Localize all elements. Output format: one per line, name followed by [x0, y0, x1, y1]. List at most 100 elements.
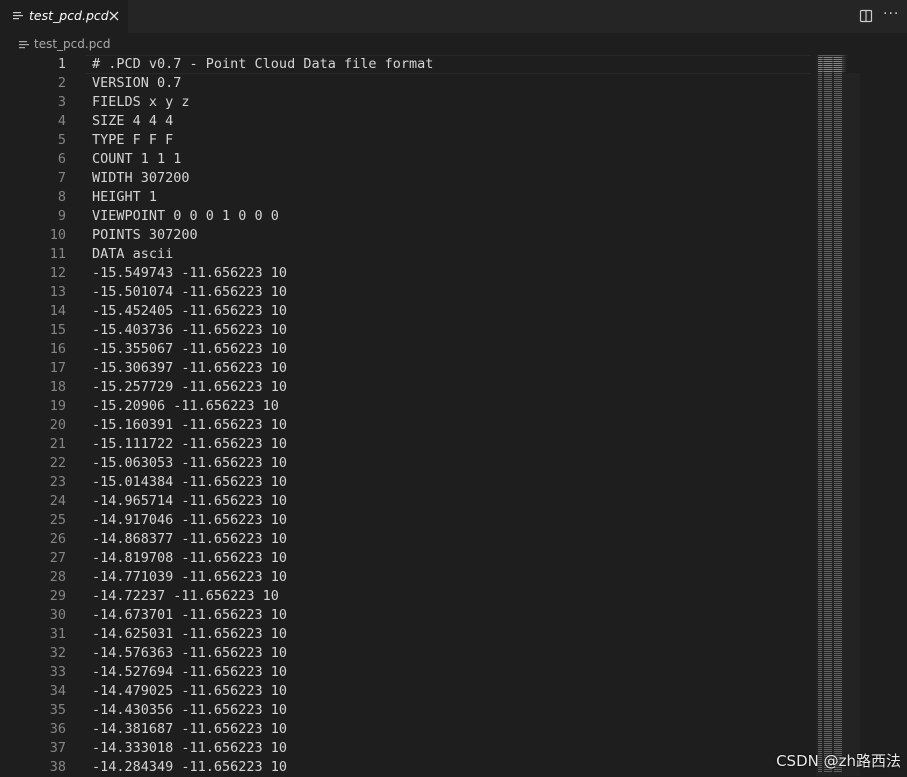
line-text: -14.625031 -11.656223 10: [92, 626, 288, 642]
line-number: 22: [49, 455, 66, 471]
line-number: 19: [49, 398, 66, 414]
code-line[interactable]: 24 -14.965714 -11.656223 10: [0, 492, 810, 511]
line-number: 30: [49, 607, 66, 623]
code-line[interactable]: 5 TYPE F F F: [0, 131, 810, 150]
line-text: SIZE 4 4 4: [92, 113, 174, 129]
code-line[interactable]: 38 -14.284349 -11.656223 10: [0, 758, 810, 777]
code-line[interactable]: 32 -14.576363 -11.656223 10: [0, 644, 810, 663]
line-number: 2: [57, 75, 66, 91]
lines-file-icon: [13, 12, 23, 20]
watermark: CSDN @zh路西法: [776, 752, 901, 770]
line-number: 35: [49, 702, 66, 718]
code-line[interactable]: 20 -15.160391 -11.656223 10: [0, 416, 810, 435]
code-line[interactable]: 35 -14.430356 -11.656223 10: [0, 701, 810, 720]
line-text: POINTS 307200: [92, 227, 198, 243]
more-actions-icon[interactable]: ···: [883, 6, 899, 22]
code-line[interactable]: 3 FIELDS x y z: [0, 93, 810, 112]
code-line[interactable]: 12 -15.549743 -11.656223 10: [0, 264, 810, 283]
code-line[interactable]: 36 -14.381687 -11.656223 10: [0, 720, 810, 739]
code-line[interactable]: 4 SIZE 4 4 4: [0, 112, 810, 131]
lines-file-icon: [19, 41, 29, 49]
code-line[interactable]: 14 -15.452405 -11.656223 10: [0, 302, 810, 321]
line-number: 9: [57, 208, 66, 224]
code-editor[interactable]: 1 # .PCD v0.7 - Point Cloud Data file for…: [0, 55, 907, 776]
code-line[interactable]: 8 HEIGHT 1: [0, 188, 810, 207]
minimap[interactable]: [812, 55, 907, 776]
line-text: DATA ascii: [92, 246, 174, 262]
code-line[interactable]: 34 -14.479025 -11.656223 10: [0, 682, 810, 701]
line-number: 6: [57, 151, 66, 167]
line-text: VERSION 0.7: [92, 75, 182, 91]
code-line[interactable]: 1 # .PCD v0.7 - Point Cloud Data file for…: [0, 55, 810, 74]
line-number: 5: [57, 132, 66, 148]
line-text: COUNT 1 1 1: [92, 151, 182, 167]
code-line[interactable]: 10 POINTS 307200: [0, 226, 810, 245]
line-number: 37: [49, 740, 66, 756]
line-number: 3: [57, 94, 66, 110]
line-number: 34: [49, 683, 66, 699]
line-number: 32: [49, 645, 66, 661]
line-number: 33: [49, 664, 66, 680]
line-number: 14: [49, 303, 66, 319]
code-line[interactable]: 33 -14.527694 -11.656223 10: [0, 663, 810, 682]
code-line[interactable]: 18 -15.257729 -11.656223 10: [0, 378, 810, 397]
line-number: 25: [49, 512, 66, 528]
code-line[interactable]: 21 -15.111722 -11.656223 10: [0, 435, 810, 454]
line-text: -14.333018 -11.656223 10: [92, 740, 288, 756]
line-text: FIELDS x y z: [92, 94, 190, 110]
code-line[interactable]: 9 VIEWPOINT 0 0 0 1 0 0 0: [0, 207, 810, 226]
line-text: -15.257729 -11.656223 10: [92, 379, 288, 395]
line-text: WIDTH 307200: [92, 170, 190, 186]
line-text: -14.284349 -11.656223 10: [92, 759, 288, 775]
line-number: 11: [49, 246, 66, 262]
code-line[interactable]: 13 -15.501074 -11.656223 10: [0, 283, 810, 302]
code-line[interactable]: 6 COUNT 1 1 1: [0, 150, 810, 169]
code-line[interactable]: 30 -14.673701 -11.656223 10: [0, 606, 810, 625]
line-text: -15.014384 -11.656223 10: [92, 474, 288, 490]
code-line[interactable]: 16 -15.355067 -11.656223 10: [0, 340, 810, 359]
code-line[interactable]: 28 -14.771039 -11.656223 10: [0, 568, 810, 587]
line-text: -15.160391 -11.656223 10: [92, 417, 288, 433]
line-number: 7: [57, 170, 66, 186]
code-line[interactable]: 29 -14.72237 -11.656223 10: [0, 587, 810, 606]
line-number: 4: [57, 113, 66, 129]
code-line[interactable]: 37 -14.333018 -11.656223 10: [0, 739, 810, 758]
code-line[interactable]: 11 DATA ascii: [0, 245, 810, 264]
line-number: 31: [49, 626, 66, 642]
line-text: -15.20906 -11.656223 10: [92, 398, 279, 414]
close-icon[interactable]: [107, 9, 121, 23]
line-number: 1: [57, 56, 66, 72]
code-line[interactable]: 23 -15.014384 -11.656223 10: [0, 473, 810, 492]
line-number: 26: [49, 531, 66, 547]
line-number: 16: [49, 341, 66, 357]
breadcrumb-file[interactable]: test_pcd.pcd: [34, 37, 111, 51]
code-line[interactable]: 26 -14.868377 -11.656223 10: [0, 530, 810, 549]
code-line[interactable]: 22 -15.063053 -11.656223 10: [0, 454, 810, 473]
tab-test-pcd[interactable]: test_pcd.pcd: [0, 0, 128, 33]
code-line[interactable]: 19 -15.20906 -11.656223 10: [0, 397, 810, 416]
line-text: -15.549743 -11.656223 10: [92, 265, 288, 281]
line-number: 28: [49, 569, 66, 585]
line-text: TYPE F F F: [92, 132, 174, 148]
line-number: 8: [57, 189, 66, 205]
line-number: 24: [49, 493, 66, 509]
code-line[interactable]: 15 -15.403736 -11.656223 10: [0, 321, 810, 340]
line-number: 12: [49, 265, 66, 281]
line-text: HEIGHT 1: [92, 189, 158, 205]
line-number: 36: [49, 721, 66, 737]
line-text: -14.868377 -11.656223 10: [92, 531, 288, 547]
tab-bar: test_pcd.pcd ···: [0, 0, 907, 33]
code-line[interactable]: 27 -14.819708 -11.656223 10: [0, 549, 810, 568]
breadcrumb: test_pcd.pcd: [0, 33, 907, 55]
code-line[interactable]: 31 -14.625031 -11.656223 10: [0, 625, 810, 644]
line-number: 29: [49, 588, 66, 604]
split-editor-icon[interactable]: [859, 9, 873, 23]
code-line[interactable]: 2 VERSION 0.7: [0, 74, 810, 93]
code-line[interactable]: 7 WIDTH 307200: [0, 169, 810, 188]
line-text: -14.527694 -11.656223 10: [92, 664, 288, 680]
line-text: -14.917046 -11.656223 10: [92, 512, 288, 528]
code-line[interactable]: 17 -15.306397 -11.656223 10: [0, 359, 810, 378]
line-text: -14.430356 -11.656223 10: [92, 702, 288, 718]
code-line[interactable]: 25 -14.917046 -11.656223 10: [0, 511, 810, 530]
line-number: 10: [49, 227, 66, 243]
